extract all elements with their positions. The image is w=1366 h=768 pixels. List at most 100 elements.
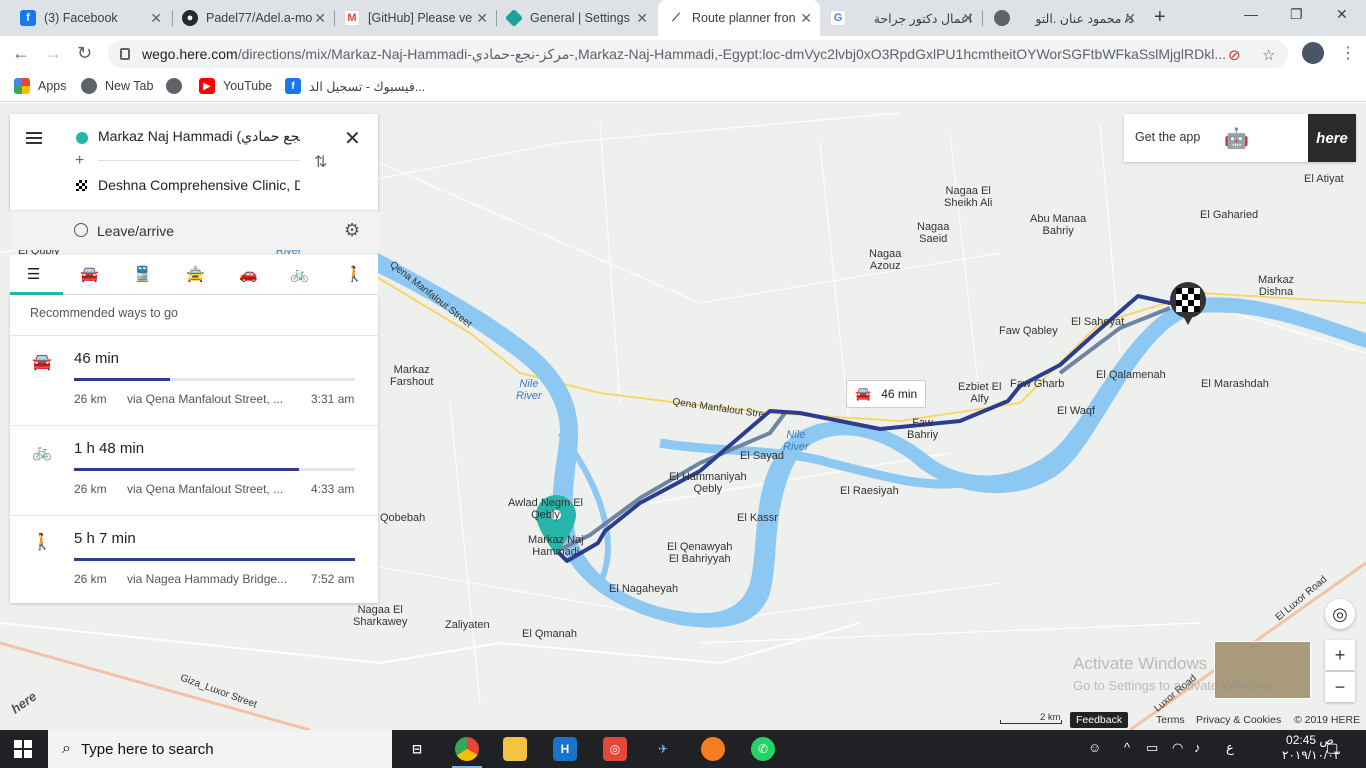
camera-app-icon[interactable]: ◎	[603, 737, 627, 761]
map-label: El Sayad	[740, 450, 785, 462]
chrome-icon[interactable]	[455, 737, 479, 761]
car-share-icon[interactable]: 🚗	[239, 265, 258, 283]
globe-icon	[166, 78, 182, 94]
leave-arrive-bar[interactable]: Leave/arrive ⚙	[10, 210, 378, 250]
gear-icon[interactable]: ⚙	[344, 220, 360, 241]
tab-arabic-page[interactable]: د/ محمود عنان .التو ✕	[984, 0, 1144, 36]
zoom-out-button[interactable]: −	[1325, 672, 1355, 702]
copyright: © 2019 HERE	[1294, 714, 1361, 726]
maximize-button[interactable]: ❐	[1290, 6, 1303, 23]
minimize-button[interactable]: —	[1244, 6, 1258, 22]
route-arrival: 3:31 am	[311, 392, 355, 406]
add-waypoint-icon[interactable]: +	[75, 152, 84, 170]
map-label: Markaz Farshout	[390, 364, 434, 388]
close-icon[interactable]: ✕	[344, 126, 361, 151]
bike-icon[interactable]: 🚲	[290, 265, 309, 283]
menu-icon[interactable]	[26, 132, 42, 144]
close-tab-icon[interactable]: ✕	[314, 10, 326, 27]
file-explorer-icon[interactable]	[503, 737, 527, 761]
screen: f (3) Facebook ✕ ● Padel77/Adel.a-mo ✕ M…	[0, 0, 1366, 768]
get-the-app-label: Get the app	[1135, 130, 1201, 144]
route-option-car[interactable]: 🚘 46 min 26 km via Qena Manfalout Street…	[10, 335, 378, 423]
firefox-icon[interactable]	[701, 737, 725, 761]
youtube-icon: ▶	[199, 78, 215, 94]
task-view-icon[interactable]: ⊟	[405, 737, 429, 761]
leave-arrive-label[interactable]: Leave/arrive	[97, 223, 174, 239]
notifications-icon[interactable]: ▢	[1326, 740, 1338, 756]
close-tab-icon[interactable]: ✕	[476, 10, 488, 27]
bookmark-new-tab[interactable]: New Tab	[81, 78, 153, 94]
origin-input[interactable]: Markaz Naj Hammadi (نجع حمادي	[98, 128, 300, 145]
people-icon[interactable]: ☺	[1088, 740, 1101, 755]
android-icon[interactable]: 🤖	[1224, 126, 1249, 151]
map-label: Qobebah	[380, 512, 426, 524]
forward-button[interactable]: →	[44, 43, 62, 64]
terms-link[interactable]: Terms	[1156, 714, 1185, 726]
close-tab-icon[interactable]: ✕	[150, 10, 162, 27]
bookmark-label: New Tab	[105, 79, 154, 93]
walk-icon[interactable]: 🚶	[345, 265, 364, 283]
here-logo[interactable]: here	[1308, 114, 1356, 162]
tab-general-settings[interactable]: General | Settings ✕	[496, 0, 656, 36]
whatsapp-icon[interactable]: ✆	[751, 737, 775, 761]
app-h-icon[interactable]: H	[553, 737, 577, 761]
url-text[interactable]: wego.here.com/directions/mix/Markaz-Naj-…	[142, 46, 1232, 63]
close-window-button[interactable]: ✕	[1336, 6, 1348, 23]
bookmark-apps[interactable]: Apps	[14, 78, 67, 94]
zoom-in-button[interactable]: +	[1325, 640, 1355, 670]
windows-start-icon[interactable]	[14, 740, 32, 758]
language-indicator[interactable]: ع	[1226, 740, 1234, 756]
bookmark-star-icon[interactable]: ☆	[1262, 46, 1275, 64]
tab-facebook[interactable]: f (3) Facebook ✕	[10, 0, 170, 36]
locate-me-button[interactable]: ◎	[1325, 599, 1355, 629]
bubble-time: 46 min	[881, 387, 918, 401]
tab-google-search[interactable]: G اعمال دكتور جراحة ✕	[820, 0, 982, 36]
tab-label: اعمال دكتور جراحة	[873, 11, 972, 26]
tab-github[interactable]: ● Padel77/Adel.a-mo ✕	[172, 0, 334, 36]
privacy-link[interactable]: Privacy & Cookies	[1196, 714, 1281, 726]
car-icon[interactable]: 🚘	[80, 265, 99, 283]
taxi-icon[interactable]: 🚖	[186, 265, 205, 283]
volume-icon[interactable]: ♪	[1194, 740, 1201, 755]
close-tab-icon[interactable]: ✕	[962, 10, 974, 27]
tab-label: Padel77/Adel.a-mo	[206, 11, 313, 25]
destination-input[interactable]: Deshna Comprehensive Clinic, D	[98, 177, 300, 193]
bookmark-unnamed[interactable]	[166, 78, 190, 94]
route-option-walk[interactable]: 🚶 5 h 7 min 26 km via Nagea Hammady Brid…	[10, 515, 378, 603]
vpn-bird-icon[interactable]: ✈	[651, 737, 675, 761]
close-tab-icon[interactable]: ✕	[1124, 10, 1136, 27]
list-icon[interactable]: ☰	[27, 265, 40, 283]
reload-button[interactable]: ↻	[77, 43, 92, 64]
map-label: El Qenawyah El Bahriyyah	[667, 541, 733, 565]
transit-icon[interactable]: 🚆	[133, 265, 152, 283]
tab-route-planner[interactable]: ⟋ Route planner fron ✕	[658, 0, 820, 36]
tab-gmail[interactable]: M [GitHub] Please ve ✕	[334, 0, 496, 36]
swap-waypoints-icon[interactable]: ⇅	[314, 152, 327, 172]
new-tab-button[interactable]: +	[1154, 6, 1166, 29]
close-tab-icon[interactable]: ✕	[636, 10, 648, 27]
battery-icon[interactable]: ▭	[1146, 740, 1158, 756]
route-time-bubble[interactable]: 🚘 46 min	[846, 380, 926, 408]
feedback-button[interactable]: Feedback	[1070, 712, 1129, 728]
browser-toolbar: ← → ↻ wego.here.com/directions/mix/Marka…	[0, 36, 1366, 72]
map-label: Ezbiet El Alfy	[958, 381, 1002, 405]
route-option-bike[interactable]: 🚲 1 h 48 min 26 km via Qena Manfalout St…	[10, 425, 378, 513]
chrome-menu-icon[interactable]: ⋮	[1340, 43, 1356, 63]
route-bar	[74, 558, 355, 561]
chevron-up-icon[interactable]: ^	[1124, 740, 1130, 755]
recommended-heading: Recommended ways to go	[30, 306, 178, 320]
bookmark-youtube[interactable]: ▶ YouTube	[199, 78, 272, 94]
feedback-label: Feedback	[1076, 714, 1123, 726]
route-bar	[74, 468, 355, 471]
close-tab-icon[interactable]: ✕	[800, 10, 812, 27]
address-bar[interactable]: wego.here.com/directions/mix/Markaz-Naj-…	[108, 40, 1288, 68]
back-button[interactable]: ←	[12, 43, 30, 64]
bookmark-label: YouTube	[223, 79, 273, 93]
wifi-icon[interactable]: ◠	[1172, 740, 1183, 756]
route-bar	[74, 378, 355, 381]
taskbar-search[interactable]: ⌕ Type here to search	[48, 730, 392, 768]
location-blocked-icon[interactable]: ⊘	[1228, 46, 1241, 64]
bookmark-facebook[interactable]: f فيسبوك - تسجيل الد...	[285, 78, 425, 94]
bookmark-label: فيسبوك - تسجيل الد...	[309, 79, 426, 94]
profile-avatar[interactable]	[1302, 42, 1324, 64]
